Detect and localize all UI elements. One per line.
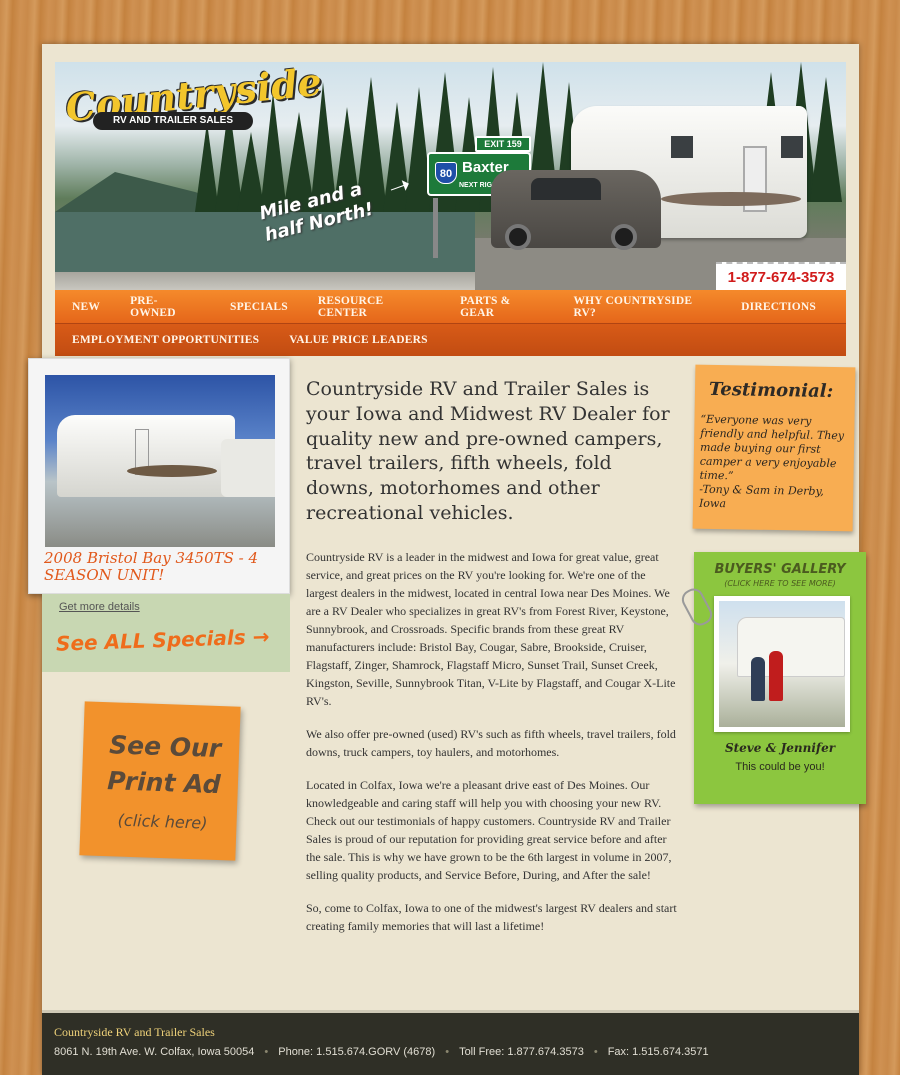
background-trailer <box>221 439 275 497</box>
main-body-text: Countryside RV is a leader in the midwes… <box>306 548 678 950</box>
buyers-gallery-names: Steve & Jennifer <box>724 741 836 755</box>
featured-special-photo[interactable] <box>45 375 275 547</box>
print-ad-line2: Print Ad <box>106 766 222 800</box>
exit-label: EXIT 159 <box>475 136 531 152</box>
buyers-gallery-card[interactable]: BUYERS' GALLERY (CLICK HERE TO SEE MORE)… <box>694 552 866 804</box>
footer-fax: Fax: 1.515.674.3571 <box>607 1046 709 1058</box>
pickup-truck-image <box>491 170 661 250</box>
testimonial-quote: “Everyone was very friendly and helpful.… <box>699 413 851 514</box>
featured-special-card[interactable]: 2008 Bristol Bay 3450TS - 4 SEASON UNIT! <box>28 358 290 594</box>
phone-number-badge[interactable]: 1-877-674-3573 <box>716 262 846 290</box>
nav-item-why-countryside[interactable]: WHY COUNTRYSIDE RV? <box>573 295 711 319</box>
separator: • <box>593 1046 598 1058</box>
buyers-gallery-heading: BUYERS' GALLERY <box>714 562 846 577</box>
footer-tollfree[interactable]: Toll Free: 1.877.674.3573 <box>459 1046 584 1058</box>
see-all-specials-link[interactable]: See ALL Specials → <box>56 624 270 655</box>
get-more-details-link[interactable]: Get more details <box>59 601 140 613</box>
nav-item-specials[interactable]: SPECIALS <box>230 301 288 313</box>
wheel <box>505 224 531 250</box>
truck-window <box>531 178 601 200</box>
footer-contact-info: 8061 N. 19th Ave. W. Colfax, Iowa 50054 •… <box>54 1046 709 1058</box>
buyers-gallery-caption: This could be you! <box>735 761 825 773</box>
nav-item-directions[interactable]: DIRECTIONS <box>741 301 816 313</box>
nav-item-parts-gear[interactable]: PARTS & GEAR <box>460 295 543 319</box>
rv-window <box>781 136 803 158</box>
footer-company-name: Countryside RV and Trailer Sales <box>54 1025 215 1039</box>
print-ad-button[interactable]: See Our Print Ad (click here) <box>79 701 241 861</box>
featured-special-title[interactable]: 2008 Bristol Bay 3450TS - 4 SEASON UNIT! <box>44 550 284 584</box>
footer: Countryside RV and Trailer Sales 8061 N.… <box>42 1010 859 1075</box>
buyers-gallery-photo[interactable] <box>714 596 850 732</box>
main-navigation: NEW PRE-OWNED SPECIALS RESOURCE CENTER P… <box>55 290 846 356</box>
body-paragraph: Countryside RV is a leader in the midwes… <box>306 550 676 708</box>
nav-row-secondary: EMPLOYMENT OPPORTUNITIES VALUE PRICE LEA… <box>55 323 846 356</box>
footer-address: 8061 N. 19th Ave. W. Colfax, Iowa 50054 <box>54 1046 255 1058</box>
interstate-shield-icon: 80 <box>435 162 457 184</box>
wheel <box>611 224 637 250</box>
testimonial-note: Testimonial: “Everyone was very friendly… <box>692 364 856 532</box>
print-ad-line3: (click here) <box>117 810 208 833</box>
logo-tagline: RV AND TRAILER SALES <box>93 112 253 130</box>
customer-person <box>751 657 765 701</box>
specials-link-panel: Get more details See ALL Specials → <box>42 594 290 672</box>
buyers-gallery-subheading: (CLICK HERE TO SEE MORE) <box>724 579 836 588</box>
customer-photo <box>719 601 845 727</box>
testimonial-author: -Tony & Sam in Derby, Iowa <box>698 482 824 511</box>
nav-item-new[interactable]: NEW <box>72 301 100 313</box>
intro-heading: Countryside RV and Trailer Sales is your… <box>306 378 670 524</box>
body-paragraph: Located in Colfax, Iowa we're a pleasant… <box>306 778 672 882</box>
signpost <box>433 198 438 258</box>
footer-phone[interactable]: Phone: 1.515.674.GORV (4678) <box>278 1046 435 1058</box>
rv-window <box>671 136 693 158</box>
trailer-image <box>57 415 235 497</box>
body-paragraph: We also offer pre-owned (used) RV's such… <box>306 727 676 759</box>
header-banner: Countryside RV AND TRAILER SALES Mile an… <box>55 62 846 290</box>
testimonial-quote-text: “Everyone was very friendly and helpful.… <box>699 412 845 483</box>
nav-item-pre-owned[interactable]: PRE-OWNED <box>130 295 200 319</box>
separator: • <box>264 1046 269 1058</box>
nav-item-resource-center[interactable]: RESOURCE CENTER <box>318 295 430 319</box>
testimonial-heading: Testimonial: <box>708 378 834 403</box>
rv-graphic <box>661 192 801 206</box>
trailer-graphic <box>127 465 217 477</box>
print-ad-line1: See Our <box>108 730 222 764</box>
nav-item-employment[interactable]: EMPLOYMENT OPPORTUNITIES <box>72 334 259 346</box>
nav-item-value-price-leaders[interactable]: VALUE PRICE LEADERS <box>289 334 427 346</box>
nav-row-primary: NEW PRE-OWNED SPECIALS RESOURCE CENTER P… <box>55 290 846 323</box>
body-paragraph: So, come to Colfax, Iowa to one of the m… <box>306 901 677 933</box>
customer-person <box>769 651 783 701</box>
separator: • <box>445 1046 450 1058</box>
